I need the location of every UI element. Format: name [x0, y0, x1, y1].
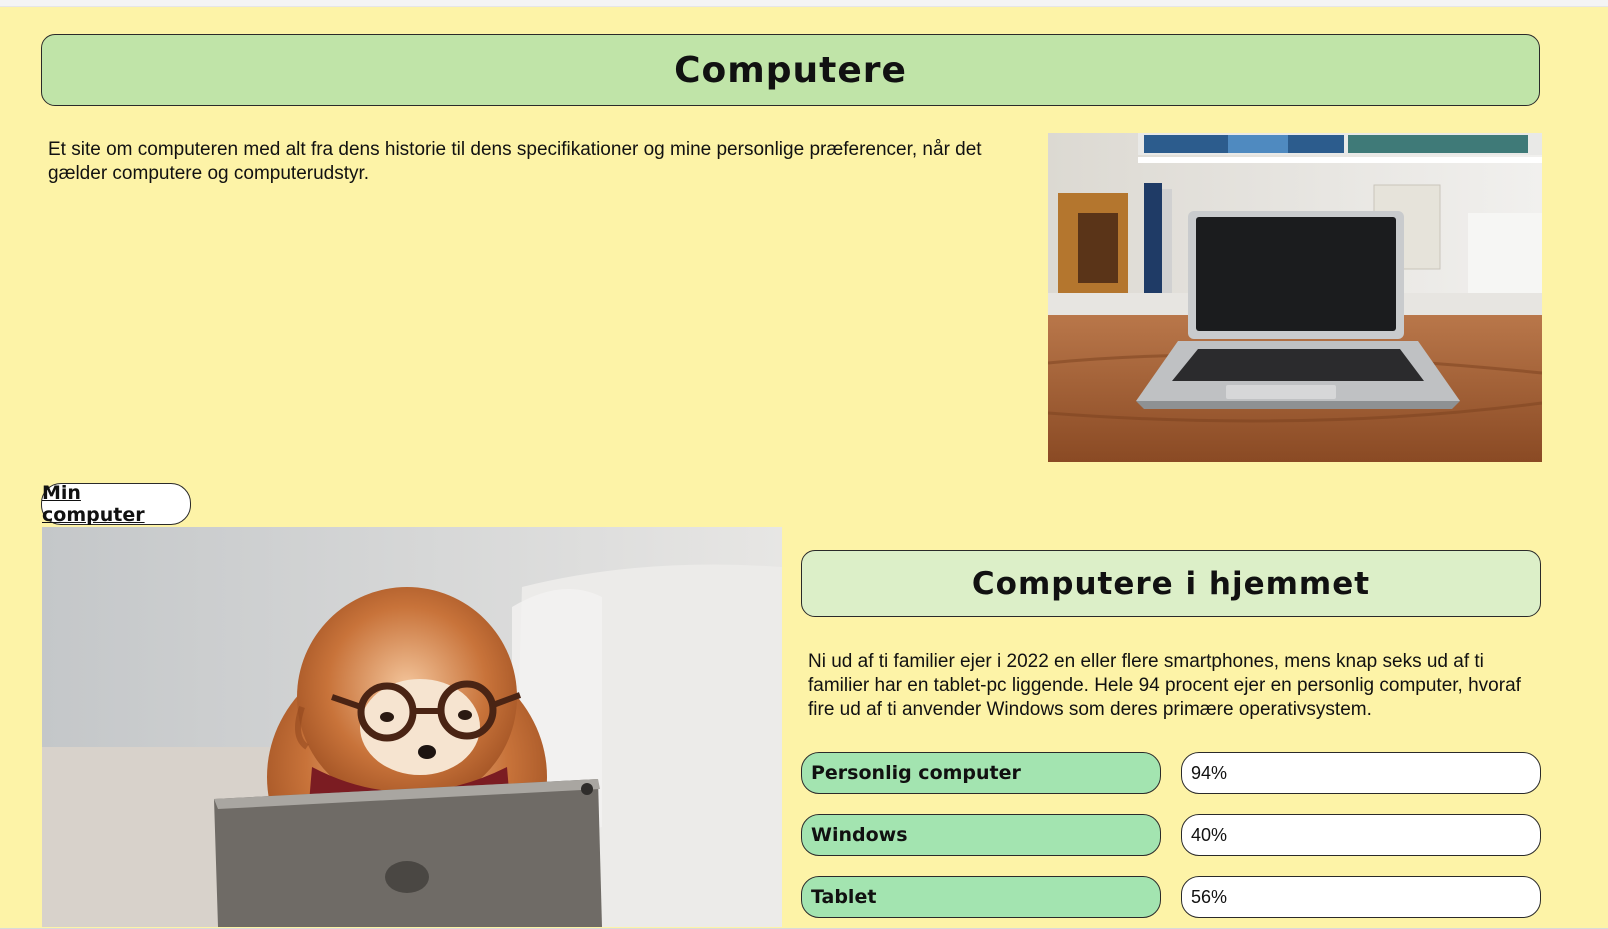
page: Computere Et site om computeren med alt …	[0, 0, 1608, 929]
stat-label: Windows	[801, 814, 1161, 856]
stat-row: Personlig computer 94%	[801, 752, 1541, 794]
section-text: Ni ud af ti familier ejer i 2022 en elle…	[808, 651, 1521, 720]
dog-with-tablet-photo	[42, 527, 782, 927]
stat-row: Windows 40%	[801, 814, 1541, 856]
laptop-photo	[1048, 133, 1542, 462]
browser-top-edge	[0, 0, 1608, 7]
intro-text: Et site om computeren med alt fra dens h…	[48, 139, 982, 184]
stat-value: 40%	[1181, 814, 1541, 856]
section-header: Computere i hjemmet	[801, 550, 1541, 617]
stat-value: 94%	[1181, 752, 1541, 794]
page-header: Computere	[41, 34, 1540, 106]
stat-label: Personlig computer	[801, 752, 1161, 794]
page-title: Computere	[674, 49, 907, 91]
min-computer-link[interactable]: Min computer	[41, 482, 191, 526]
stat-value: 56%	[1181, 876, 1541, 918]
stat-label: Tablet	[801, 876, 1161, 918]
section-title: Computere i hjemmet	[971, 565, 1371, 602]
stat-row: Tablet 56%	[801, 876, 1541, 918]
